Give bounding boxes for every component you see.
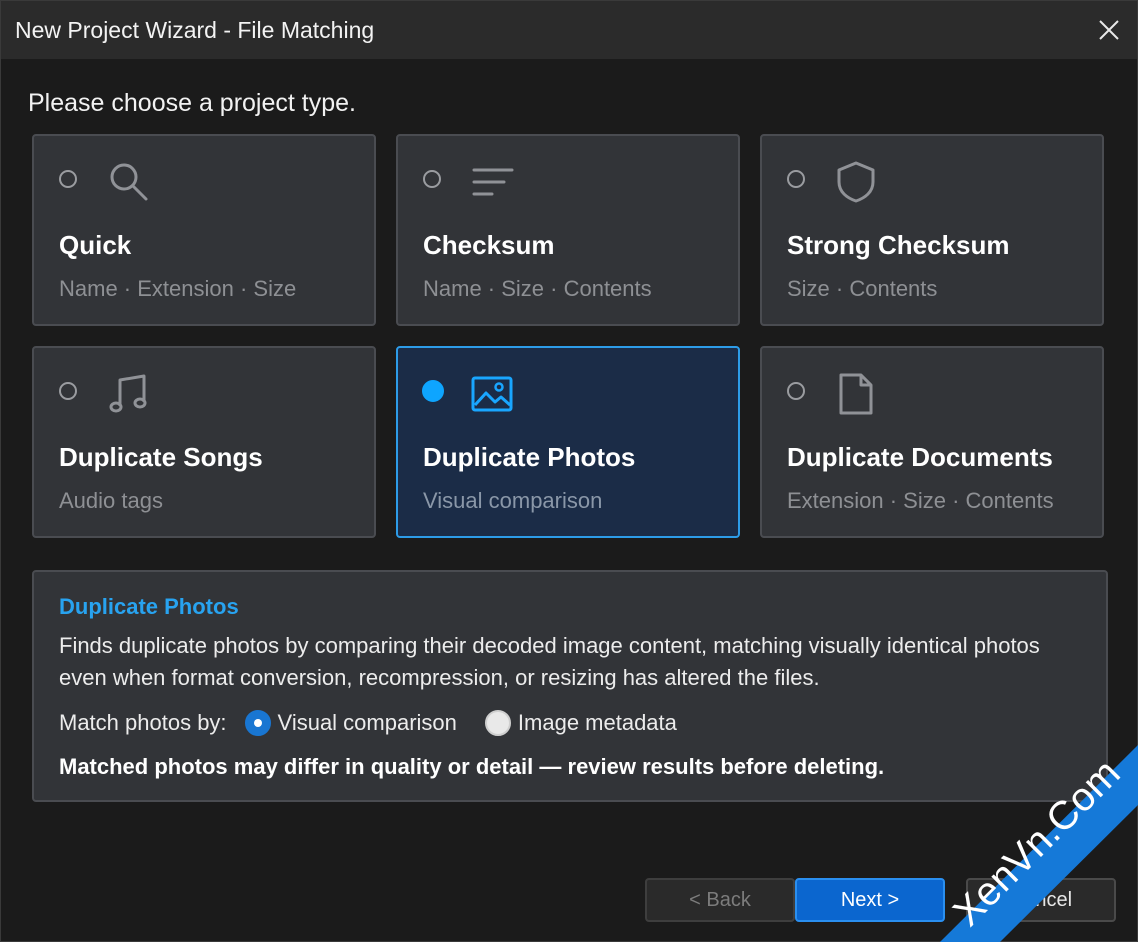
option-label: Image metadata [517,710,677,735]
match-options-row: Match photos by: Visual comparison Image… [59,710,677,736]
card-duplicate-songs[interactable]: Duplicate Songs Audio tags [32,346,376,538]
document-icon [839,373,873,415]
details-panel: Duplicate Photos Finds duplicate photos … [32,570,1108,802]
card-subtitle: Visual comparison [423,488,603,513]
radio-visual-comparison[interactable] [244,710,271,736]
search-icon [110,163,148,201]
dialog-window: New Project Wizard - File Matching Pleas… [0,0,1138,942]
radio-duplicate-photos[interactable] [422,380,444,402]
radio-strong-checksum[interactable] [787,170,805,188]
details-title: Duplicate Photos [59,594,239,619]
card-title: Duplicate Photos [423,442,636,472]
card-subtitle: Size · Contents [787,276,938,301]
radio-quick[interactable] [59,170,77,188]
option-label: Visual comparison [277,710,457,735]
shield-icon [837,161,875,203]
music-note-icon [109,374,147,413]
card-title: Duplicate Documents [787,442,1053,472]
card-subtitle: Audio tags [59,488,163,513]
card-strong-checksum[interactable]: Strong Checksum Size · Contents [760,134,1104,326]
match-label: Match photos by: [59,710,227,735]
card-subtitle: Name · Extension · Size [59,276,297,301]
card-title: Strong Checksum [787,230,1010,260]
title-bar: New Project Wizard - File Matching [1,1,1137,59]
card-title: Duplicate Songs [59,442,263,472]
lines-icon [472,168,514,196]
radio-duplicate-documents[interactable] [787,382,805,400]
next-button[interactable]: Next > [795,878,945,922]
radio-duplicate-songs[interactable] [59,382,77,400]
card-checksum[interactable]: Checksum Name · Size · Contents [396,134,740,326]
card-title: Checksum [423,230,555,260]
image-icon [471,376,513,412]
warning-text: Matched photos may differ in quality or … [59,754,885,779]
close-button[interactable] [1089,10,1129,50]
radio-image-metadata[interactable] [484,710,511,736]
card-subtitle: Extension · Size · Contents [787,488,1054,513]
details-description: Finds duplicate photos by comparing thei… [59,633,1040,690]
prompt-text: Please choose a project type. [28,89,356,117]
card-title: Quick [59,230,132,260]
card-duplicate-photos[interactable]: Duplicate Photos Visual comparison [396,346,740,538]
option-visual-comparison[interactable]: Visual comparison [244,710,457,736]
cancel-button[interactable]: Cancel [966,878,1116,922]
window-title: New Project Wizard - File Matching [15,17,375,43]
radio-checksum[interactable] [423,170,441,188]
option-image-metadata[interactable]: Image metadata [484,710,677,736]
close-icon [1099,20,1119,40]
card-quick[interactable]: Quick Name · Extension · Size [32,134,376,326]
back-button[interactable]: < Back [645,878,795,922]
card-duplicate-documents[interactable]: Duplicate Documents Extension · Size · C… [760,346,1104,538]
card-subtitle: Name · Size · Contents [423,276,652,301]
